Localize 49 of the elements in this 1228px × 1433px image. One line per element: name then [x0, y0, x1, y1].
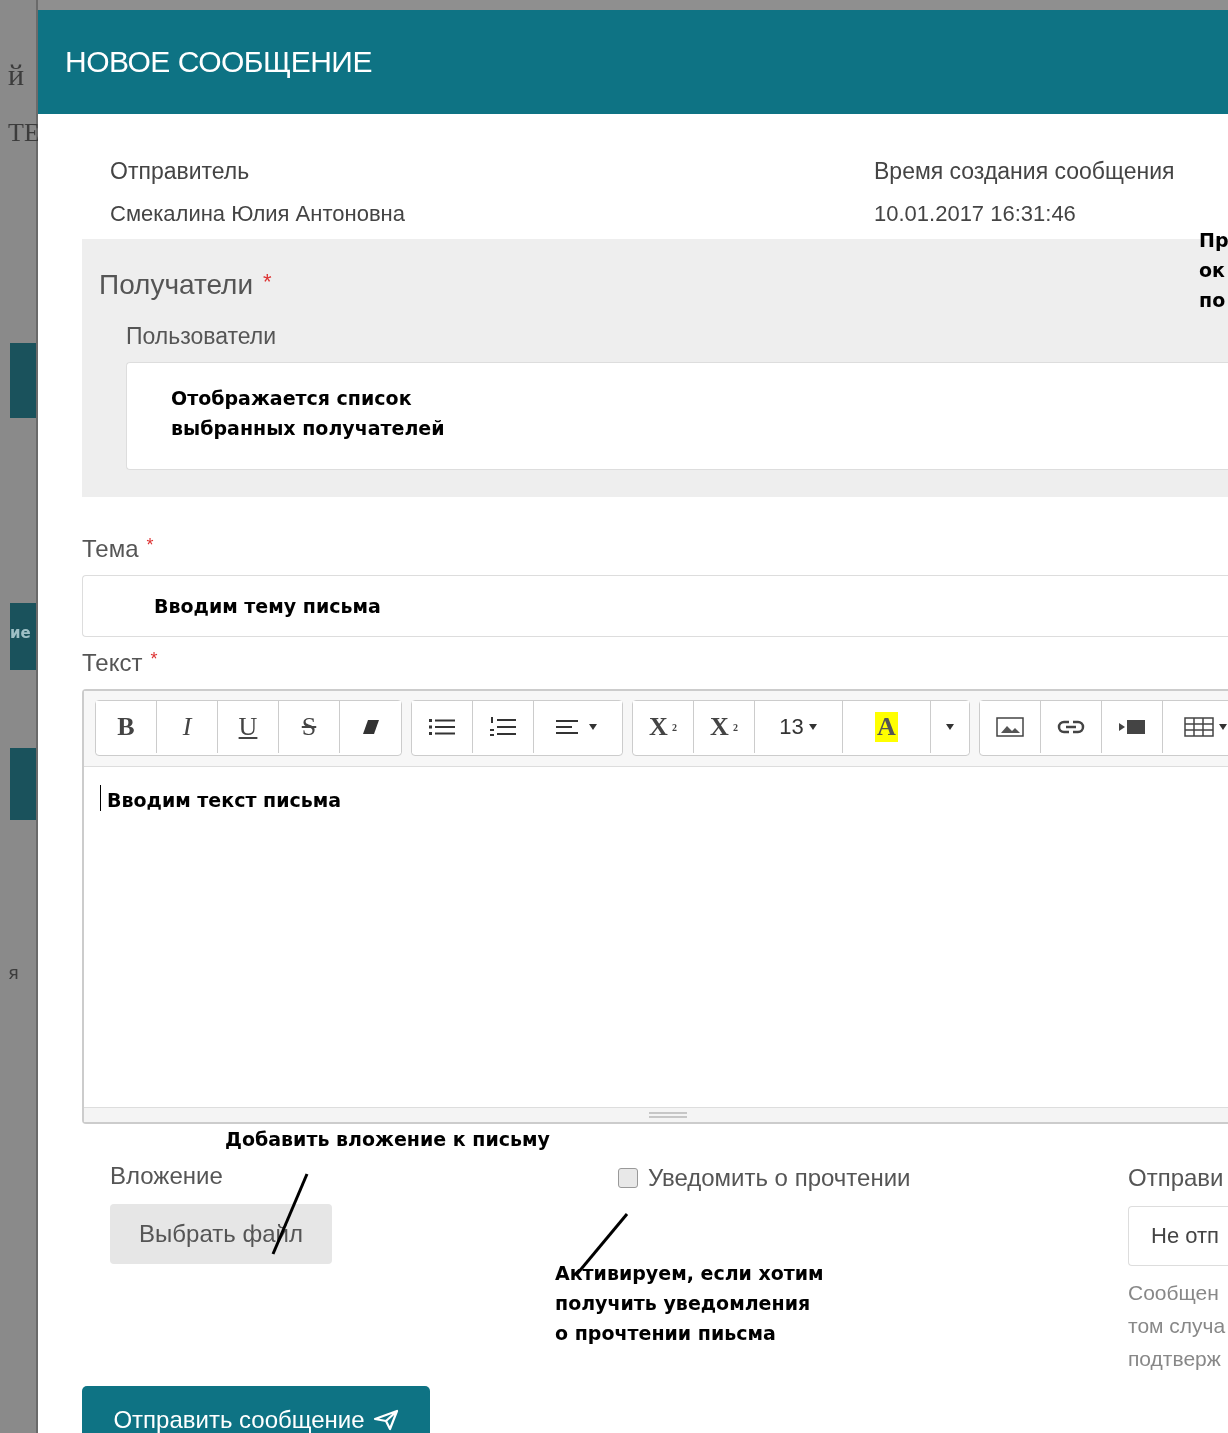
attachment-note: Добавить вложение к письму — [225, 1127, 551, 1152]
superscript-button[interactable]: X$^{2}$ — [633, 701, 694, 753]
read-receipt-label: Уведомить о прочтении — [648, 1164, 911, 1192]
recipients-label: Получатели — [99, 269, 254, 301]
eraser-icon — [361, 719, 380, 735]
subject-field[interactable]: Вводим тему письма — [82, 575, 1228, 637]
background-text: ТЕ — [8, 118, 40, 148]
background-text: ие — [10, 624, 31, 642]
subject-value: Вводим тему письма — [154, 594, 381, 619]
background-text: й — [8, 58, 25, 92]
link-icon — [1057, 720, 1085, 734]
send-message-button[interactable]: Отправить сообщение — [82, 1386, 430, 1433]
created-time: 10.01.2017 16:31:46 — [874, 201, 1077, 227]
cut-annotation: Пр ок по — [1199, 228, 1228, 313]
required-mark: * — [146, 535, 154, 556]
video-icon — [1118, 719, 1146, 735]
read-receipt-checkbox[interactable] — [618, 1168, 638, 1188]
read-receipt-note: Активируем, если хотим получить уведомления о прочтении пиьсма — [555, 1261, 825, 1346]
resize-handle-icon[interactable] — [649, 1112, 687, 1118]
image-button[interactable] — [980, 701, 1041, 753]
created-time-label: Время создания сообщения — [874, 158, 1175, 185]
background-nav-block — [10, 748, 36, 820]
dialog-title: НОВОЕ СООБЩЕНИЕ — [65, 45, 372, 79]
recipients-field[interactable]: Отображается список выбранных получателей — [126, 362, 1228, 470]
users-label: Пользователи — [126, 323, 278, 350]
send-mode-label: Отправи — [1128, 1164, 1225, 1192]
table-icon — [1184, 717, 1228, 737]
bullet-list-icon — [429, 718, 455, 736]
attachment-label: Вложение — [110, 1162, 224, 1190]
background-nav-block — [10, 603, 36, 670]
sender-label: Отправитель — [110, 158, 251, 185]
required-mark: * — [263, 269, 272, 295]
subject-label: Тема — [82, 535, 139, 563]
send-mode-help: Сообщен том случа подтверж — [1128, 1280, 1227, 1372]
bullet-list-button[interactable] — [412, 701, 473, 753]
text-label: Текст — [82, 649, 143, 677]
caret-icon — [945, 723, 955, 731]
send-icon — [372, 1408, 399, 1431]
sender-name: Смекалина Юлия Антоновна — [110, 201, 406, 227]
send-mode-select[interactable]: Не отп — [1128, 1206, 1228, 1266]
bold-button[interactable]: B — [96, 701, 157, 753]
required-mark: * — [150, 649, 158, 670]
recipients-note: Отображается список выбранных получателей — [171, 387, 445, 439]
background-text: я — [8, 962, 19, 983]
image-icon — [996, 717, 1024, 737]
align-icon — [556, 719, 600, 735]
message-text: Вводим текст письма — [107, 788, 342, 813]
caret-icon — [807, 723, 818, 731]
numbered-list-icon — [490, 717, 516, 737]
